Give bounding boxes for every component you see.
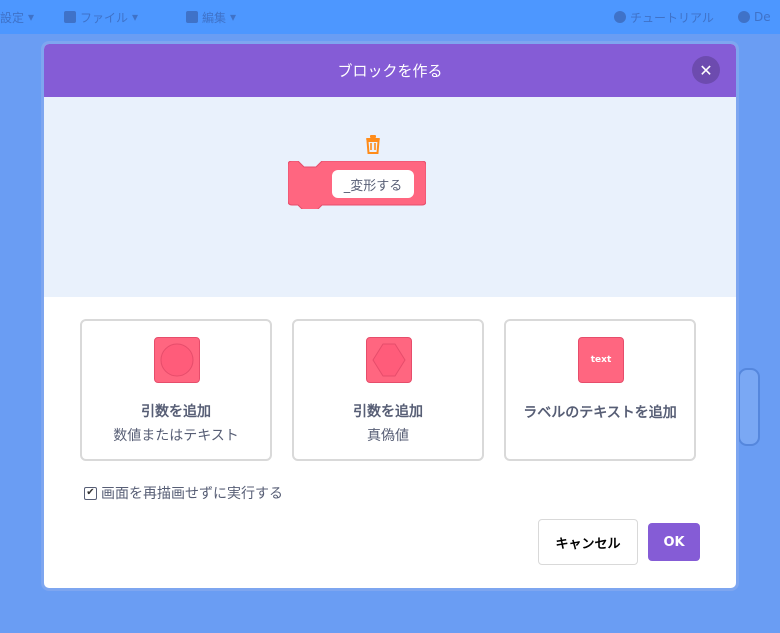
option-title: 引数を追加 [141, 404, 211, 420]
trash-icon[interactable] [364, 134, 382, 154]
lightbulb-icon [614, 11, 626, 23]
option-subtitle: 真偽値 [367, 428, 409, 444]
run-without-refresh-checkbox[interactable]: ✔ [84, 486, 97, 500]
option-title: ラベルのテキストを追加 [523, 405, 677, 421]
dialog-title: ブロックを作る [337, 62, 443, 80]
tutorials-menu[interactable]: チュートリアル [614, 7, 714, 27]
ok-button[interactable]: OK [648, 523, 700, 561]
edit-menu[interactable]: 編集 ▾ [186, 7, 236, 27]
edit-icon [186, 11, 198, 23]
close-button[interactable]: ✕ [692, 56, 720, 84]
number-text-input-icon [154, 337, 200, 383]
file-menu[interactable]: ファイル ▾ [64, 7, 138, 27]
debug-menu[interactable]: De [738, 7, 771, 27]
menu-bar: 設定 ▾ ファイル ▾ 編集 ▾ チュートリアル De [0, 0, 780, 34]
option-title: 引数を追加 [353, 404, 423, 420]
block-preview-area: _変形する [44, 97, 736, 297]
add-label-text-button[interactable]: text ラベルのテキストを追加 [504, 319, 696, 461]
debug-icon [738, 11, 750, 23]
label-text-icon: text [578, 337, 624, 383]
label-icon-text: text [590, 355, 612, 365]
argument-options: 引数を追加 数値またはテキスト 引数を追加 真偽値 text ラベルのテキストを… [80, 319, 702, 463]
run-without-refresh-label: 画面を再描画せずに実行する [101, 486, 283, 502]
add-boolean-input-button[interactable]: 引数を追加 真偽値 [292, 319, 484, 461]
custom-block-preview[interactable]: _変形する [288, 161, 426, 209]
make-block-dialog: ブロックを作る ✕ _変形する 引数を追加 数値またはテキスト 引数を追加 真偽… [41, 41, 739, 591]
cancel-button[interactable]: キャンセル [538, 519, 638, 565]
run-without-refresh-row[interactable]: ✔ 画面を再描画せずに実行する [84, 483, 283, 503]
block-name-input[interactable]: _変形する [332, 170, 414, 198]
close-icon: ✕ [699, 60, 713, 80]
option-subtitle: 数値またはテキスト [113, 428, 239, 444]
boolean-input-icon [366, 337, 412, 383]
file-icon [64, 11, 76, 23]
dialog-header: ブロックを作る ✕ [44, 44, 736, 97]
add-number-text-input-button[interactable]: 引数を追加 数値またはテキスト [80, 319, 272, 461]
settings-menu[interactable]: 設定 ▾ [0, 7, 34, 27]
background-scrollbar [738, 368, 760, 446]
